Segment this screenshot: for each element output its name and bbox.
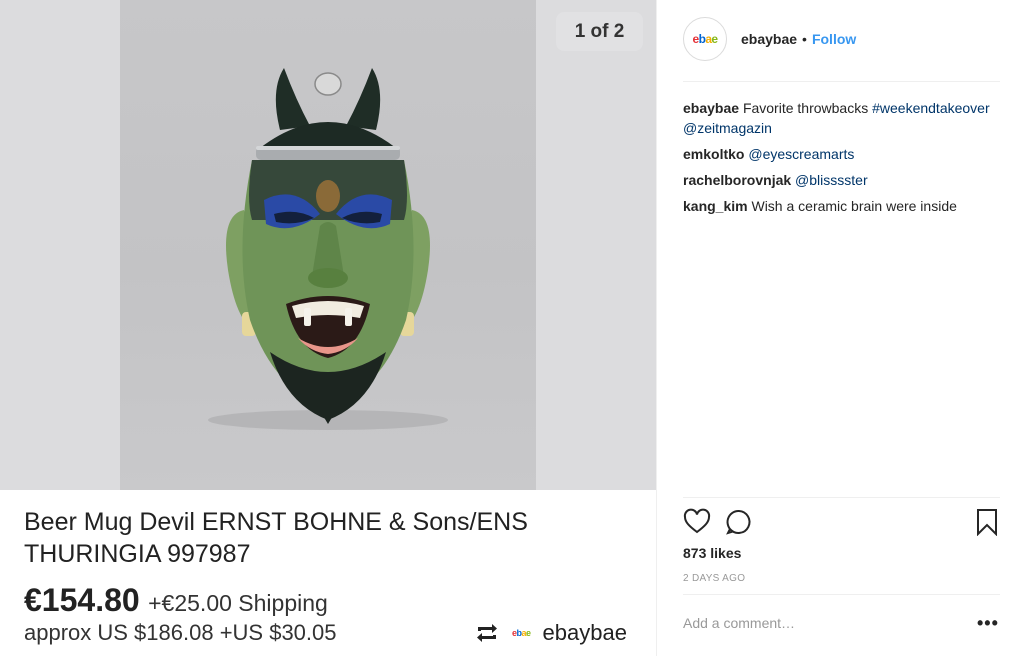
product-photo[interactable]: 1 of 2 — [0, 0, 656, 490]
like-count[interactable]: 873 likes — [683, 545, 741, 561]
listing-shipping: +€25.00 Shipping — [148, 590, 328, 616]
comment-list: ebaybae Favorite throwbacks #weekendtake… — [683, 98, 1003, 222]
more-options-button[interactable]: ••• — [977, 614, 999, 632]
post-media: 1 of 2 Beer Mug Devil ERNST BOHNE & Sons… — [0, 0, 656, 656]
listing-approx-price: approx US $186.08 +US $30.05 — [24, 620, 337, 645]
listing-title[interactable]: Beer Mug Devil ERNST BOHNE & Sons/ENS TH… — [24, 506, 624, 570]
list-item: rachelborovnjak @blisssster — [683, 170, 1003, 190]
photo-padding-right — [536, 0, 656, 490]
list-item: kang_kim Wish a ceramic brain were insid… — [683, 196, 1003, 216]
header-separator: • — [802, 31, 807, 47]
price-row: €154.80 +€25.00 Shipping — [24, 582, 328, 619]
ebay-mini-logo: ebae — [512, 628, 531, 638]
comment-text: Wish a ceramic brain were inside — [751, 198, 957, 214]
repost-credit[interactable]: ebae ebaybae — [474, 620, 627, 646]
follow-button[interactable]: Follow — [812, 31, 856, 47]
post-header: ebae ebaybae • Follow — [683, 16, 856, 62]
comment-bubble-icon[interactable] — [725, 508, 753, 536]
comment-username[interactable]: ebaybae — [683, 100, 739, 116]
action-bar — [683, 508, 1001, 538]
bookmark-icon[interactable] — [973, 508, 1001, 536]
heart-icon[interactable] — [683, 508, 711, 536]
photo-padding-left — [0, 0, 120, 490]
comment-username[interactable]: emkoltko — [683, 146, 744, 162]
divider — [683, 81, 1000, 82]
list-item: ebaybae Favorite throwbacks #weekendtake… — [683, 98, 1003, 138]
avatar[interactable]: ebae — [683, 17, 727, 61]
post-date: 2 DAYS AGO — [683, 573, 746, 584]
comment-username[interactable]: rachelborovnjak — [683, 172, 791, 188]
repost-username: ebaybae — [542, 620, 627, 645]
post-sidebar: ebae ebaybae • Follow ebaybae Favorite t… — [656, 0, 1020, 656]
header-username[interactable]: ebaybae — [741, 31, 797, 47]
comment-link[interactable]: @blisssster — [795, 172, 868, 188]
repost-icon — [477, 624, 497, 642]
image-counter: 1 of 2 — [556, 12, 643, 51]
comment-link[interactable]: @eyescreamarts — [748, 146, 854, 162]
listing-info: Beer Mug Devil ERNST BOHNE & Sons/ENS TH… — [0, 490, 656, 656]
comment-text: Favorite throwbacks — [742, 100, 869, 116]
devil-beer-mug-image — [208, 68, 448, 430]
list-item: emkoltko @eyescreamarts — [683, 144, 1003, 164]
divider — [683, 497, 1000, 498]
comment-username[interactable]: kang_kim — [683, 198, 748, 214]
divider — [683, 594, 1000, 595]
comment-input[interactable]: Add a comment… — [683, 615, 795, 631]
listing-price: €154.80 — [24, 582, 140, 618]
